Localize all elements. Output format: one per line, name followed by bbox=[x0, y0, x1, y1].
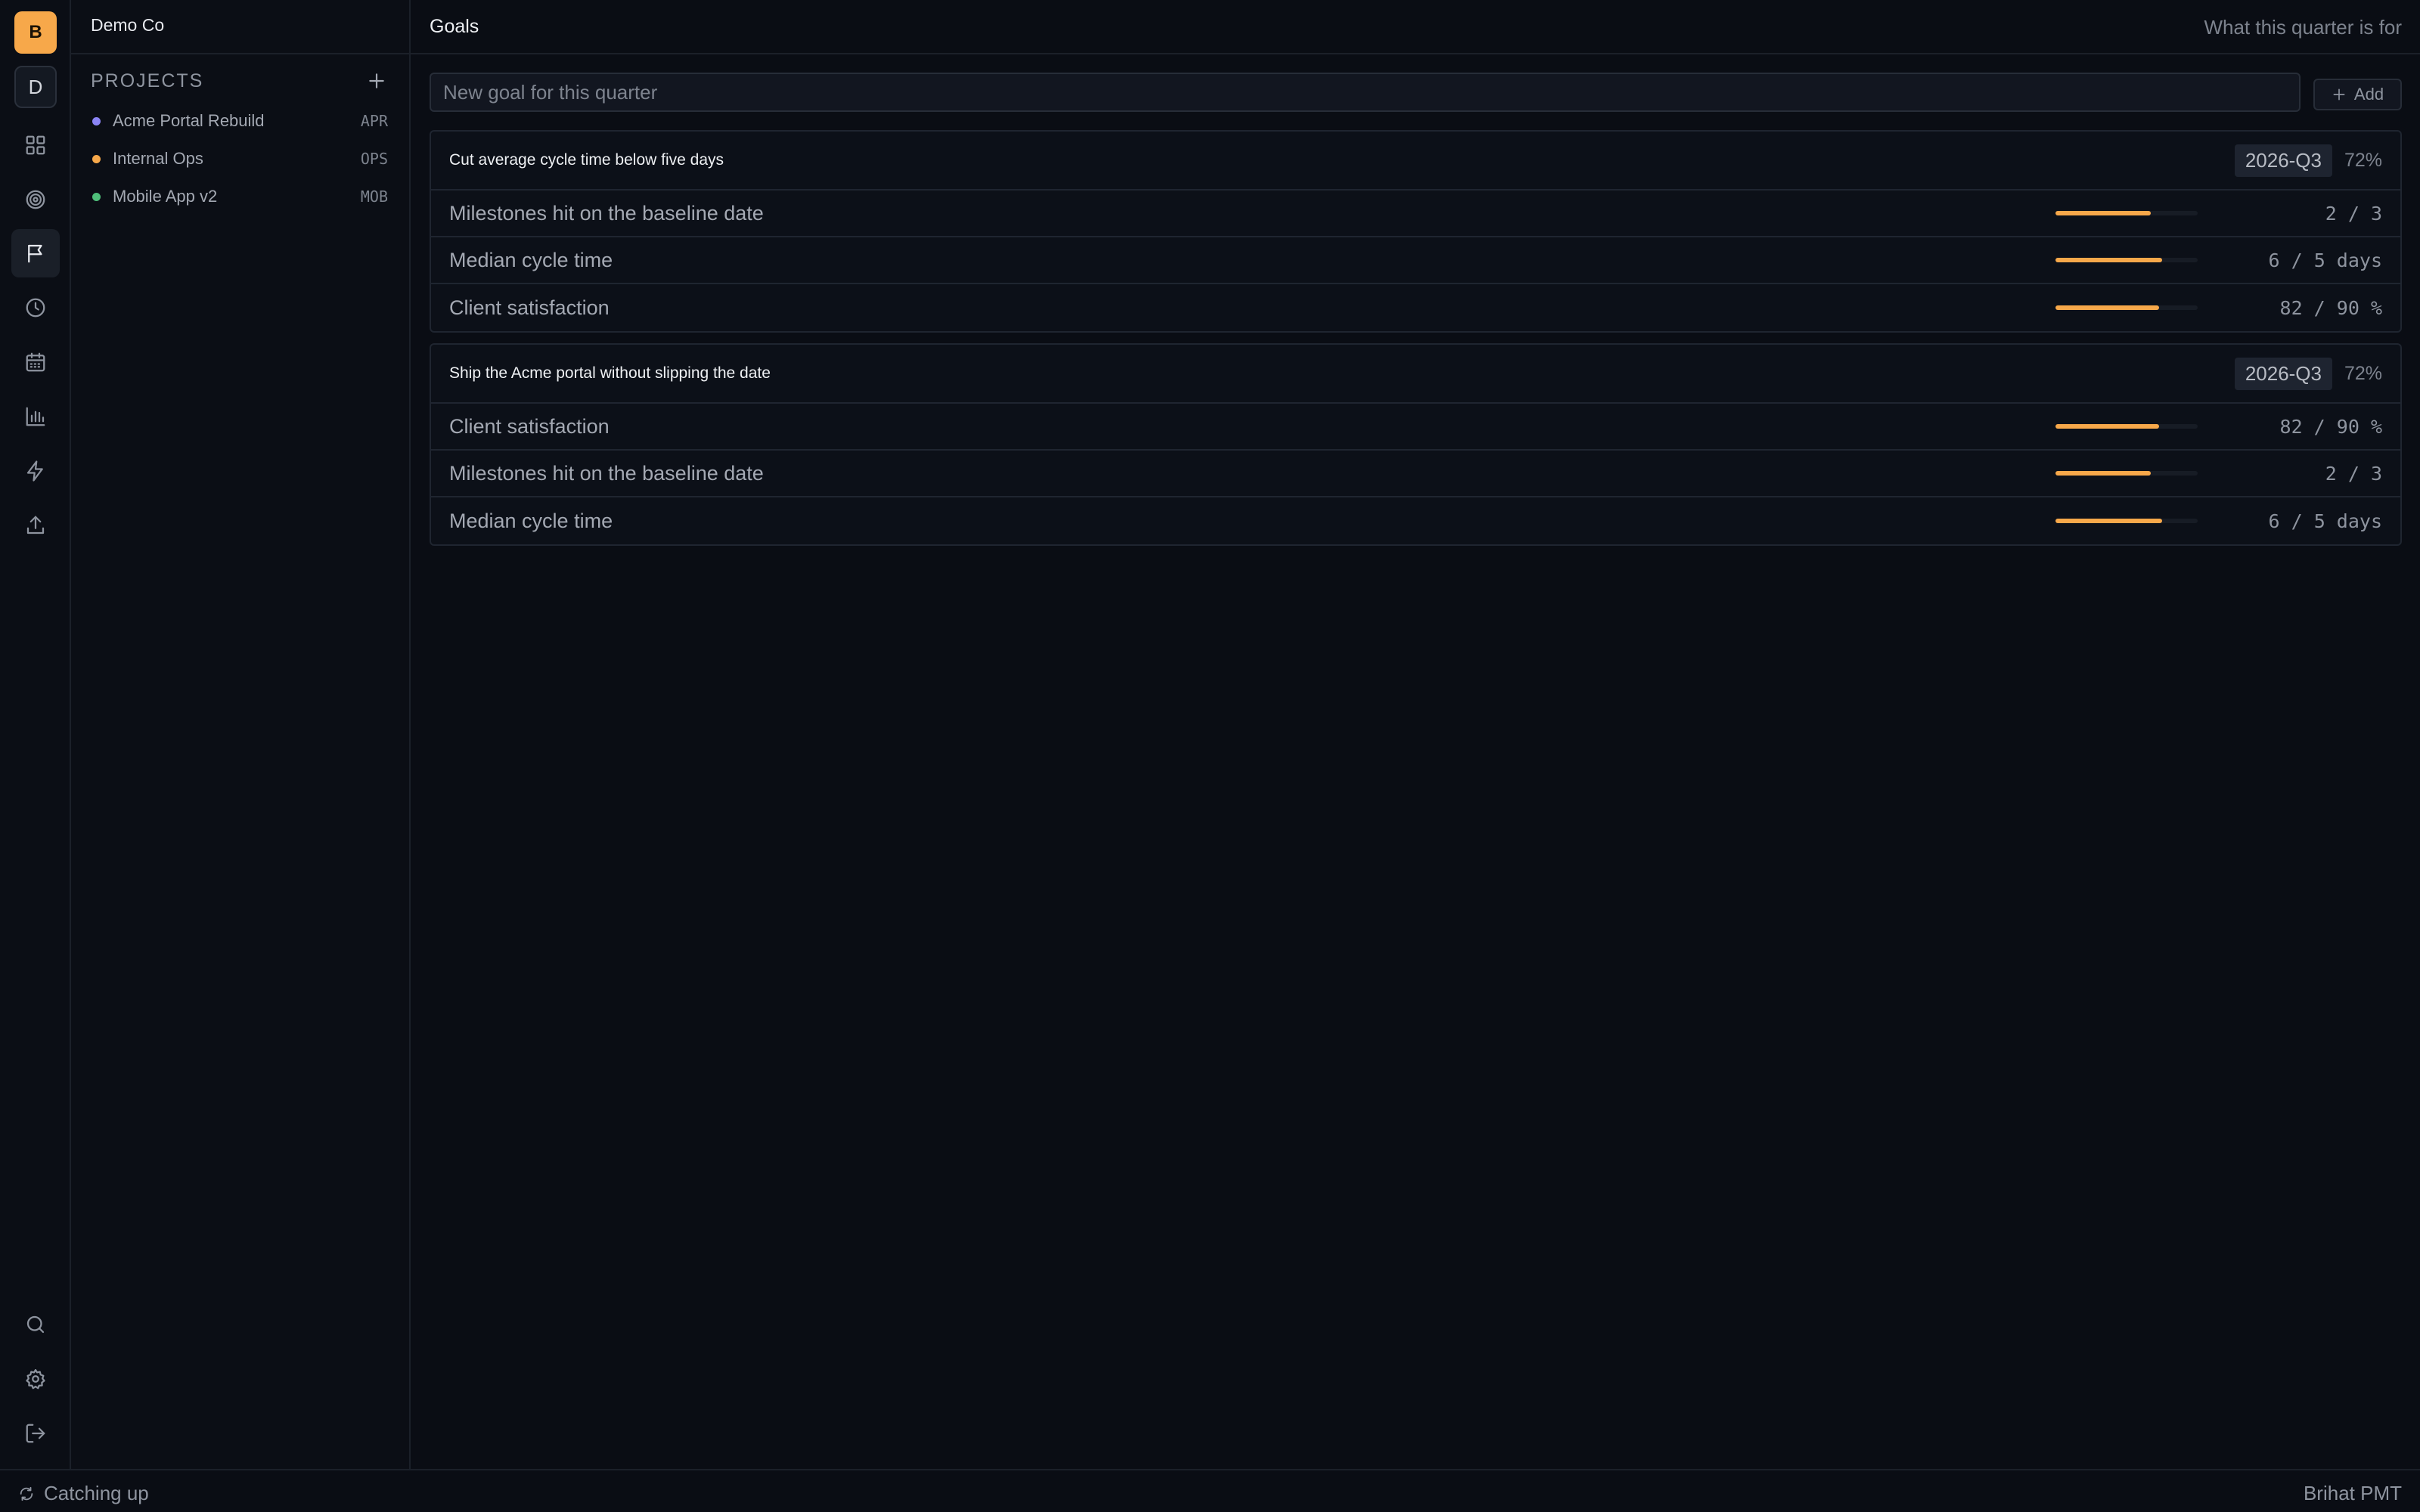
metric-value: 6 / 5 days bbox=[2268, 510, 2382, 532]
calendar-icon[interactable] bbox=[11, 338, 60, 386]
sync-status[interactable]: Catching up bbox=[18, 1482, 149, 1505]
upload-icon[interactable] bbox=[11, 501, 60, 550]
add-goal-label: Add bbox=[2353, 85, 2384, 104]
sidebar-divider bbox=[71, 53, 409, 54]
status-bar: Catching up Brihat PMT bbox=[0, 1469, 2420, 1512]
goal-header[interactable]: Ship the Acme portal without slipping th… bbox=[431, 345, 2400, 404]
metric-progress-bar bbox=[2055, 519, 2198, 523]
metric-value: 6 / 5 days bbox=[2268, 249, 2382, 271]
bar-chart-icon[interactable] bbox=[11, 392, 60, 441]
sync-label: Catching up bbox=[44, 1482, 149, 1504]
metric-progress-fill bbox=[2055, 471, 2151, 476]
clock-icon[interactable] bbox=[11, 284, 60, 332]
plus-icon bbox=[2333, 88, 2345, 101]
project-name: Acme Portal Rebuild bbox=[113, 111, 265, 130]
target-icon[interactable] bbox=[11, 175, 60, 224]
projects-header: PROJECTS bbox=[91, 70, 204, 91]
metric-row[interactable]: Median cycle time 6 / 5 days bbox=[431, 497, 2400, 544]
metric-progress-bar bbox=[2055, 258, 2198, 262]
goal-progress: 72% bbox=[2344, 362, 2383, 384]
metric-row[interactable]: Client satisfaction 82 / 90 % bbox=[431, 404, 2400, 451]
project-sidebar: Demo Co PROJECTS Acme Portal Rebuild APR… bbox=[71, 0, 411, 1469]
project-color-dot bbox=[92, 154, 101, 163]
goal-card: Ship the Acme portal without slipping th… bbox=[430, 343, 2402, 546]
metric-name: Client satisfaction bbox=[449, 414, 610, 438]
metric-row[interactable]: Milestones hit on the baseline date 2 / … bbox=[431, 451, 2400, 497]
brand-logo[interactable]: B bbox=[14, 11, 57, 54]
project-item-internal-ops[interactable]: Internal Ops OPS bbox=[91, 144, 388, 174]
refresh-icon bbox=[20, 1486, 33, 1501]
metric-progress-bar bbox=[2055, 305, 2198, 310]
logout-icon[interactable] bbox=[11, 1409, 60, 1458]
metric-progress-bar bbox=[2055, 424, 2198, 429]
metric-progress-fill bbox=[2055, 424, 2160, 429]
page-subtitle: What this quarter is for bbox=[2204, 16, 2402, 39]
metric-name: Milestones hit on the baseline date bbox=[449, 201, 764, 225]
metric-value: 82 / 90 % bbox=[2279, 296, 2382, 319]
grid-icon[interactable] bbox=[11, 121, 60, 169]
plus-icon bbox=[369, 73, 384, 88]
page-header: Goals What this quarter is for bbox=[411, 0, 2420, 54]
lightning-icon[interactable] bbox=[11, 447, 60, 495]
goal-title: Ship the Acme portal without slipping th… bbox=[449, 364, 771, 382]
project-code: MOB bbox=[360, 187, 388, 206]
metric-row[interactable]: Median cycle time 6 / 5 days bbox=[431, 237, 2400, 284]
goal-header[interactable]: Cut average cycle time below five days 2… bbox=[431, 132, 2400, 191]
project-item-acme-portal-rebuild[interactable]: Acme Portal Rebuild APR bbox=[91, 106, 388, 136]
project-color-dot bbox=[92, 116, 101, 125]
project-code: OPS bbox=[360, 150, 388, 168]
add-goal-button[interactable]: Add bbox=[2313, 79, 2402, 110]
icon-rail: B D bbox=[0, 0, 71, 1469]
page-title: Goals bbox=[430, 16, 479, 37]
project-name: Mobile App v2 bbox=[113, 187, 218, 206]
project-item-mobile-app-v2[interactable]: Mobile App v2 MOB bbox=[91, 181, 388, 212]
metric-name: Median cycle time bbox=[449, 509, 613, 532]
metric-name: Client satisfaction bbox=[449, 296, 610, 319]
metric-progress-fill bbox=[2055, 211, 2151, 215]
goal-title: Cut average cycle time below five days bbox=[449, 151, 724, 169]
metric-value: 2 / 3 bbox=[2325, 202, 2382, 225]
new-goal-input[interactable] bbox=[430, 73, 2301, 112]
search-icon[interactable] bbox=[11, 1300, 60, 1349]
workspace-switcher[interactable]: D bbox=[14, 66, 57, 108]
goal-progress: 72% bbox=[2344, 149, 2383, 171]
quarter-badge: 2026-Q3 bbox=[2234, 357, 2332, 390]
add-project-button[interactable] bbox=[365, 70, 388, 92]
metric-row[interactable]: Milestones hit on the baseline date 2 / … bbox=[431, 191, 2400, 237]
metric-value: 2 / 3 bbox=[2325, 462, 2382, 485]
project-color-dot bbox=[92, 192, 101, 201]
metric-name: Milestones hit on the baseline date bbox=[449, 461, 764, 485]
metric-progress-bar bbox=[2055, 471, 2198, 476]
metric-progress-fill bbox=[2055, 519, 2162, 523]
metric-name: Median cycle time bbox=[449, 248, 613, 271]
metric-value: 82 / 90 % bbox=[2279, 415, 2382, 438]
metric-progress-fill bbox=[2055, 305, 2160, 310]
flag-icon[interactable] bbox=[11, 229, 60, 277]
metric-progress-bar bbox=[2055, 211, 2198, 215]
metric-row[interactable]: Client satisfaction 82 / 90 % bbox=[431, 284, 2400, 331]
main-content: Goals What this quarter is for Add Cut a… bbox=[411, 0, 2420, 1469]
project-code: APR bbox=[360, 112, 388, 130]
goal-card: Cut average cycle time below five days 2… bbox=[430, 130, 2402, 333]
org-name[interactable]: Demo Co bbox=[91, 15, 164, 36]
project-name: Internal Ops bbox=[113, 149, 203, 168]
quarter-badge: 2026-Q3 bbox=[2234, 144, 2332, 177]
gear-icon[interactable] bbox=[11, 1355, 60, 1403]
footer-brand: Brihat PMT bbox=[2303, 1482, 2402, 1504]
metric-progress-fill bbox=[2055, 258, 2162, 262]
